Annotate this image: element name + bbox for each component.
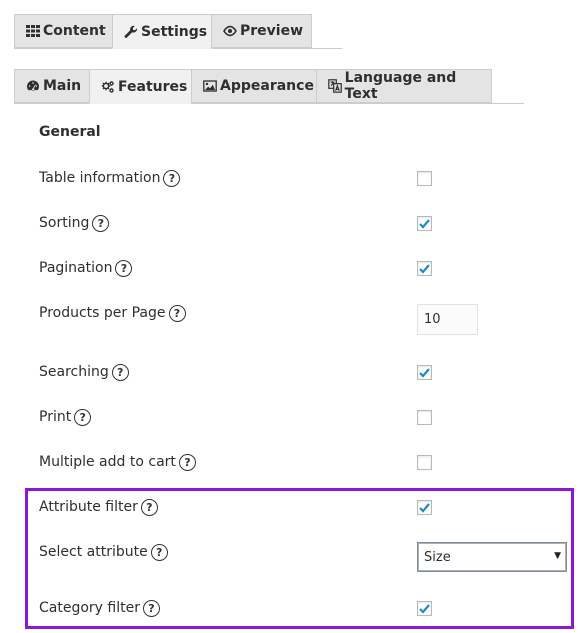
tab-label: Main xyxy=(43,78,82,94)
multiple-add-to-cart-label: Multiple add to cart ? xyxy=(39,452,196,472)
tab-label: Content xyxy=(43,23,106,39)
caret-down-icon: ▼ xyxy=(554,551,561,561)
checkmark-icon xyxy=(419,604,430,614)
checkmark-icon xyxy=(419,264,430,274)
gears-icon xyxy=(100,79,116,95)
wrench-icon xyxy=(123,24,139,40)
select-attribute-dropdown[interactable]: Size ▼ xyxy=(417,542,567,572)
help-icon[interactable]: ? xyxy=(178,453,196,471)
attribute-filter-checkbox[interactable] xyxy=(417,500,432,515)
print-checkbox[interactable] xyxy=(417,410,432,425)
help-icon[interactable]: ? xyxy=(140,498,158,516)
tab-features[interactable]: Features xyxy=(89,69,192,104)
select-attribute-label: Select attribute ? xyxy=(39,542,168,562)
products-per-page-input[interactable]: 10 xyxy=(417,304,478,335)
tab-content[interactable]: Content xyxy=(14,14,113,48)
pagination-checkbox[interactable] xyxy=(417,261,432,276)
checkmark-icon xyxy=(419,368,430,378)
tab-preview[interactable]: Preview xyxy=(211,14,312,48)
help-icon[interactable]: ? xyxy=(163,169,181,187)
help-icon[interactable]: ? xyxy=(168,304,186,322)
selected-value: Size xyxy=(424,549,451,565)
sorting-checkbox[interactable] xyxy=(417,216,432,231)
category-filter-label: Category filter ? xyxy=(39,598,160,618)
pagination-label: Pagination ? xyxy=(39,258,133,278)
translate-icon xyxy=(327,78,343,94)
tab-main[interactable]: Main xyxy=(14,69,90,103)
searching-label: Searching ? xyxy=(39,362,129,382)
sorting-label: Sorting ? xyxy=(39,213,110,233)
top-tab-bar: Content Settings Preview xyxy=(14,14,342,49)
image-icon xyxy=(202,78,218,94)
multiple-add-to-cart-checkbox[interactable] xyxy=(417,455,432,470)
help-icon[interactable]: ? xyxy=(111,363,129,381)
tab-label: Appearance xyxy=(220,78,314,94)
tab-appearance[interactable]: Appearance xyxy=(191,69,317,103)
help-icon[interactable]: ? xyxy=(150,543,168,561)
eye-icon xyxy=(222,23,238,39)
searching-checkbox[interactable] xyxy=(417,365,432,380)
dashboard-icon xyxy=(25,78,41,94)
help-icon[interactable]: ? xyxy=(74,408,92,426)
products-per-page-label: Products per Page ? xyxy=(39,303,186,323)
grid-icon xyxy=(25,23,41,39)
sub-tab-bar: Main Features Appearance Language and Te… xyxy=(14,69,524,104)
tab-settings[interactable]: Settings xyxy=(112,14,212,49)
tab-language-and-text[interactable]: Language and Text xyxy=(316,69,492,103)
help-icon[interactable]: ? xyxy=(142,599,160,617)
tab-label: Language and Text xyxy=(344,70,457,102)
table-information-checkbox[interactable] xyxy=(417,171,432,186)
section-title: General xyxy=(39,124,101,140)
tab-label: Features xyxy=(118,78,188,95)
tab-label: Preview xyxy=(240,23,304,39)
checkmark-icon xyxy=(419,503,430,513)
checkmark-icon xyxy=(419,219,430,229)
table-information-label: Table information ? xyxy=(39,168,181,188)
tab-label: Settings xyxy=(141,23,208,40)
category-filter-checkbox[interactable] xyxy=(417,601,432,616)
print-label: Print ? xyxy=(39,407,92,427)
attribute-filter-label: Attribute filter ? xyxy=(39,497,158,517)
help-icon[interactable]: ? xyxy=(92,214,110,232)
help-icon[interactable]: ? xyxy=(115,259,133,277)
